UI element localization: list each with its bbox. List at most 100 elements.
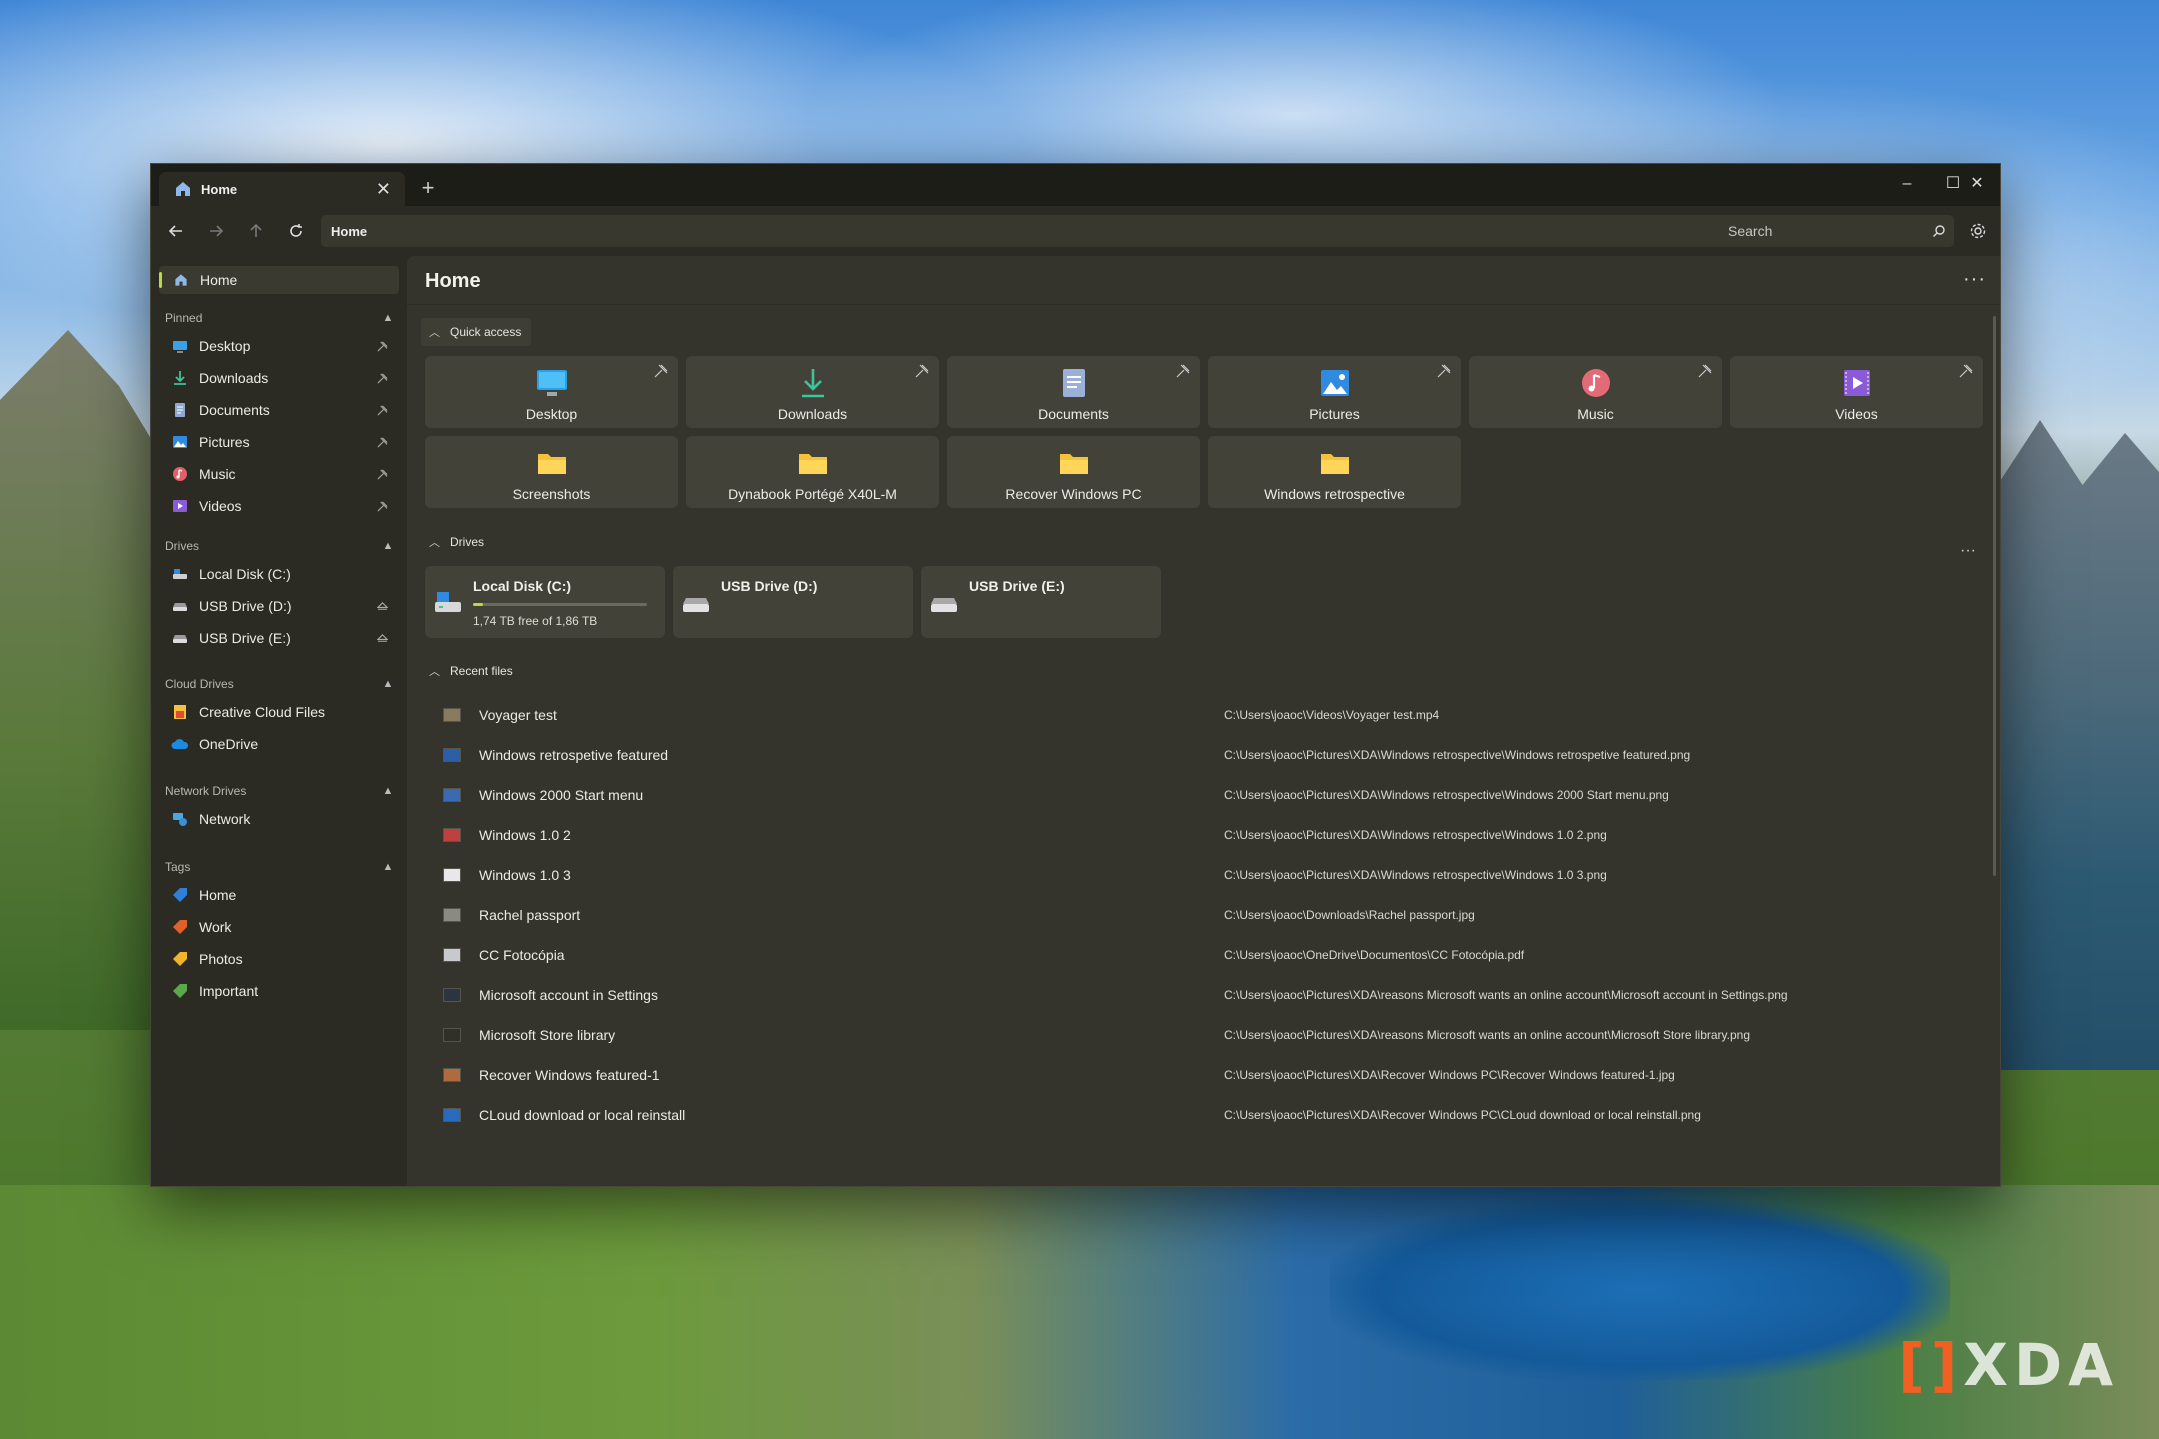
sidebar-item-label: Videos — [199, 498, 242, 514]
minimize-button[interactable]: – — [1884, 164, 1930, 206]
arrow-right-icon — [210, 225, 224, 237]
sidebar-item-local-disk-c[interactable]: Local Disk (C:) — [159, 559, 399, 589]
quick-access-downloads[interactable]: Downloads — [686, 356, 939, 428]
pin-icon[interactable] — [373, 501, 391, 512]
chevron-up-icon: ▲ — [382, 861, 394, 873]
quick-access-desktop[interactable]: Desktop — [425, 356, 678, 428]
drives-grid: Local Disk (C:) 1,74 TB free of 1,86 TB … — [425, 566, 1185, 638]
drive-space: 1,74 TB free of 1,86 TB — [473, 614, 598, 628]
search-input[interactable] — [1726, 222, 1924, 240]
refresh-button[interactable] — [279, 214, 313, 248]
close-window-button[interactable]: ✕ — [1954, 164, 2000, 206]
recent-file-row[interactable]: Microsoft Store library C:\Users\joaoc\Pi… — [421, 1015, 1981, 1055]
section-recent-files[interactable]: ︿ Recent files — [421, 657, 523, 685]
section-drives[interactable]: ︿ Drives — [421, 528, 494, 556]
scrollbar[interactable] — [1993, 316, 1996, 876]
file-name: CC Fotocópia — [479, 947, 565, 963]
section-cloud-drives[interactable]: Cloud Drives ▲ — [165, 674, 395, 694]
quick-access-pictures[interactable]: Pictures — [1208, 356, 1461, 428]
recent-file-row[interactable]: CC Fotocópia C:\Users\joaoc\OneDrive\Docu… — [421, 935, 1981, 975]
section-network-drives[interactable]: Network Drives ▲ — [165, 781, 395, 801]
drive-usb-d[interactable]: USB Drive (D:) — [673, 566, 913, 638]
up-button[interactable] — [239, 214, 273, 248]
recent-file-row[interactable]: Voyager test C:\Users\joaoc\Videos\Voyage… — [421, 695, 1981, 735]
section-tags[interactable]: Tags ▲ — [165, 857, 395, 877]
pin-icon[interactable] — [373, 469, 391, 480]
settings-button[interactable] — [1963, 216, 1993, 246]
section-pinned[interactable]: Pinned ▲ — [165, 308, 395, 328]
sidebar-item-home[interactable]: Home — [159, 266, 399, 294]
pin-icon[interactable] — [373, 373, 391, 384]
drive-usb-e[interactable]: USB Drive (E:) — [921, 566, 1161, 638]
recent-file-row[interactable]: Windows 2000 Start menu C:\Users\joaoc\Pi… — [421, 775, 1981, 815]
sidebar-item-pictures[interactable]: Pictures — [159, 427, 399, 457]
pin-icon[interactable] — [1698, 364, 1712, 378]
drives-more-button[interactable]: ··· — [1960, 542, 1976, 560]
sidebar-item-tag-photos[interactable]: Photos — [159, 944, 399, 974]
sidebar-item-tag-important[interactable]: Important — [159, 976, 399, 1006]
eject-icon[interactable] — [373, 633, 391, 644]
recent-file-row[interactable]: Windows retrospetive featured C:\Users\jo… — [421, 735, 1981, 775]
quick-access-documents[interactable]: Documents — [947, 356, 1200, 428]
drive-local-disk-c[interactable]: Local Disk (C:) 1,74 TB free of 1,86 TB — [425, 566, 665, 638]
recent-file-row[interactable]: Recover Windows featured-1 C:\Users\joaoc… — [421, 1055, 1981, 1095]
recent-file-row[interactable]: Windows 1.0 2 C:\Users\joaoc\Pictures\XDA… — [421, 815, 1981, 855]
sidebar-item-videos[interactable]: Videos — [159, 491, 399, 521]
file-path: C:\Users\joaoc\Pictures\XDA\Recover Wind… — [1224, 1108, 1701, 1122]
sidebar-item-label: Downloads — [199, 370, 269, 386]
usb-drive-icon — [931, 598, 957, 612]
recent-file-row[interactable]: Microsoft account in Settings C:\Users\jo… — [421, 975, 1981, 1015]
pin-icon[interactable] — [654, 364, 668, 378]
pin-icon[interactable] — [373, 341, 391, 352]
forward-button[interactable] — [199, 214, 233, 248]
close-tab-icon[interactable]: ✕ — [376, 179, 391, 200]
pin-icon[interactable] — [915, 364, 929, 378]
back-button[interactable] — [159, 214, 193, 248]
pin-icon[interactable] — [1437, 364, 1451, 378]
quick-access-windows-retrospective[interactable]: Windows retrospective — [1208, 436, 1461, 508]
file-thumbnail-icon — [443, 948, 461, 962]
quick-access-music[interactable]: Music — [1469, 356, 1722, 428]
pin-icon[interactable] — [1959, 364, 1973, 378]
section-quick-access[interactable]: ︿ Quick access — [421, 318, 532, 346]
address-bar[interactable]: Home — [321, 215, 1857, 247]
pin-icon[interactable] — [373, 405, 391, 416]
recent-file-row[interactable]: Rachel passport C:\Users\joaoc\Downloads\… — [421, 895, 1981, 935]
sidebar-item-documents[interactable]: Documents — [159, 395, 399, 425]
quick-access-recover-windows[interactable]: Recover Windows PC — [947, 436, 1200, 508]
sidebar-item-tag-work[interactable]: Work — [159, 912, 399, 942]
sidebar-item-network[interactable]: Network — [159, 804, 399, 834]
quick-access-videos[interactable]: Videos — [1730, 356, 1983, 428]
music-icon — [1578, 366, 1614, 400]
file-thumbnail-icon — [443, 748, 461, 762]
quick-access-label: Music — [1577, 406, 1614, 422]
sidebar-item-onedrive[interactable]: OneDrive — [159, 729, 399, 759]
local-disk-icon — [171, 565, 189, 583]
sidebar-item-downloads[interactable]: Downloads — [159, 363, 399, 393]
tab-home[interactable]: Home ✕ — [159, 172, 405, 206]
sidebar-item-label: Music — [199, 466, 236, 482]
pin-icon[interactable] — [373, 437, 391, 448]
eject-icon[interactable] — [373, 601, 391, 612]
sidebar-item-desktop[interactable]: Desktop — [159, 331, 399, 361]
sidebar-item-creative-cloud[interactable]: Creative Cloud Files — [159, 697, 399, 727]
quick-access-screenshots[interactable]: Screenshots — [425, 436, 678, 508]
sidebar-item-tag-home[interactable]: Home — [159, 880, 399, 910]
sidebar-item-usb-e[interactable]: USB Drive (E:) — [159, 623, 399, 653]
quick-access-label: Documents — [1038, 406, 1109, 422]
file-name: Windows 1.0 2 — [479, 827, 571, 843]
sidebar-item-usb-d[interactable]: USB Drive (D:) — [159, 591, 399, 621]
desktop-icon — [534, 366, 570, 400]
section-drives[interactable]: Drives ▲ — [165, 536, 395, 556]
pin-icon[interactable] — [1176, 364, 1190, 378]
file-thumbnail-icon — [443, 1068, 461, 1082]
quick-access-dynabook[interactable]: Dynabook Portégé X40L-M — [686, 436, 939, 508]
sidebar-item-music[interactable]: Music — [159, 459, 399, 489]
more-options-button[interactable]: ··· — [1963, 268, 1986, 291]
search-icon[interactable] — [1924, 224, 1954, 238]
recent-file-row[interactable]: CLoud download or local reinstall C:\User… — [421, 1095, 1981, 1135]
section-title: Drives — [165, 539, 200, 553]
onedrive-icon — [171, 735, 189, 753]
recent-file-row[interactable]: Windows 1.0 3 C:\Users\joaoc\Pictures\XDA… — [421, 855, 1981, 895]
new-tab-button[interactable]: + — [411, 174, 445, 202]
